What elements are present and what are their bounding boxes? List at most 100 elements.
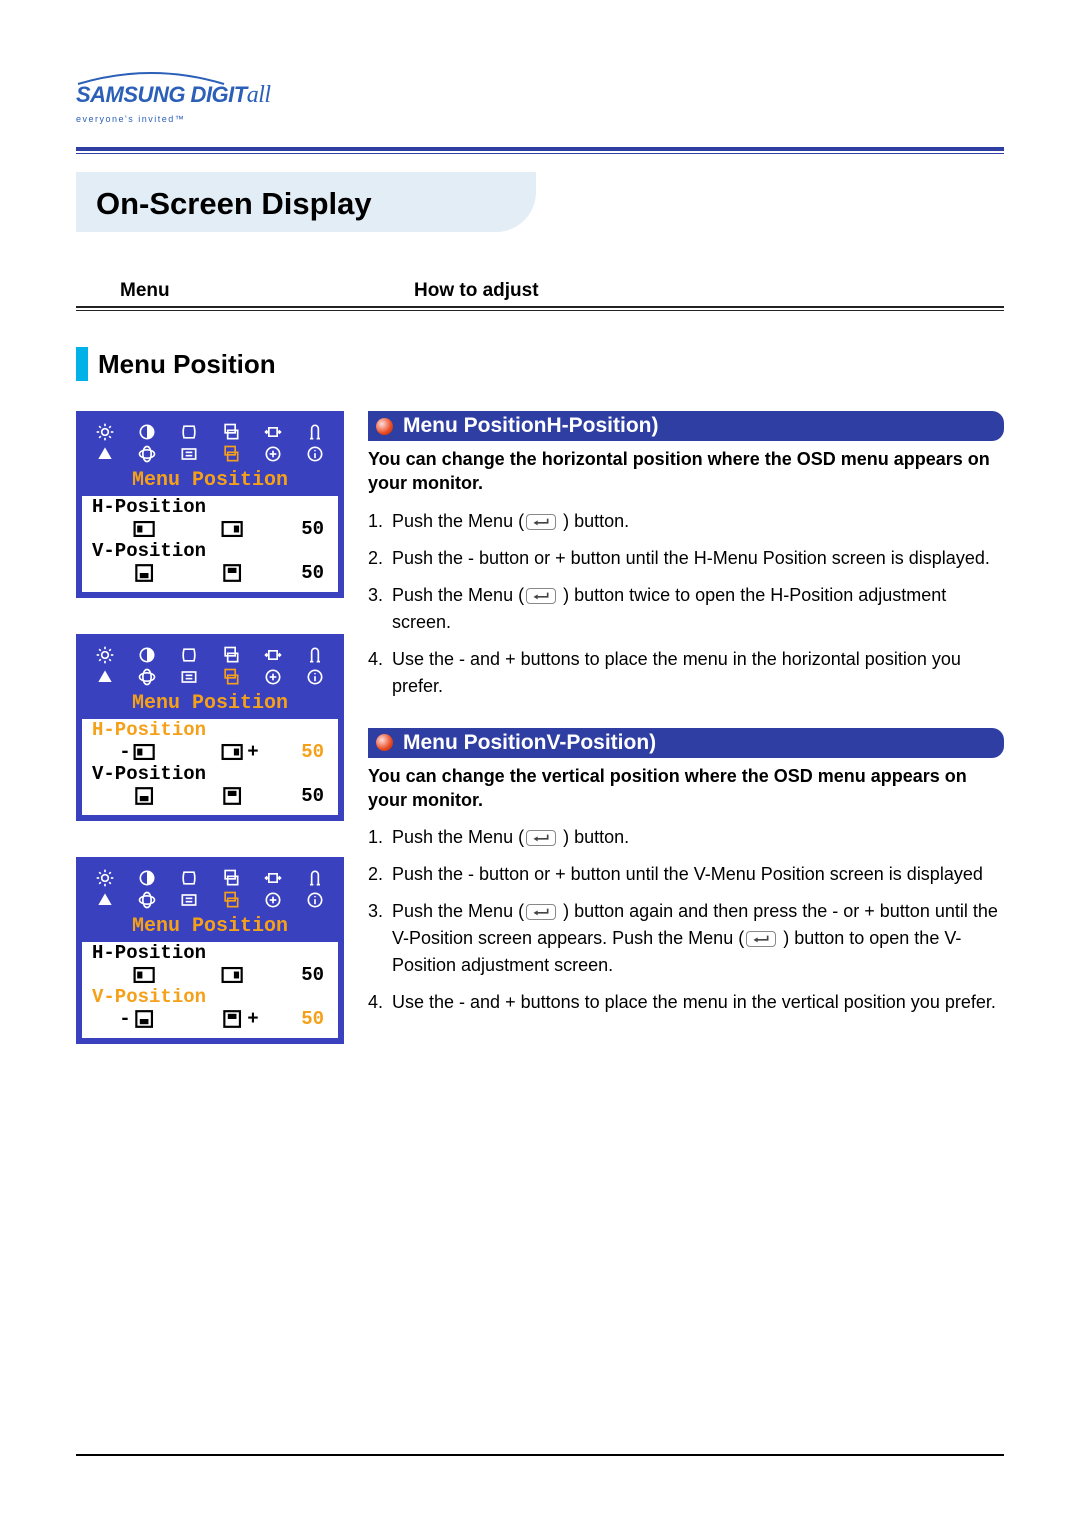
color-icon [90,889,120,911]
plus-sign: + [246,1008,260,1030]
osd-h-label: H-Position [92,942,328,964]
enter-button-icon [526,830,556,846]
enter-button-icon [526,588,556,604]
osd-v-value: 50 [301,785,328,807]
brand-tagline: everyone's invited™ [76,114,185,124]
h-position-heading-text: Menu PositionH-Position) [403,414,658,438]
enter-button-icon [526,904,556,920]
osd-panel-h-active: Menu Position H-Position - + 50 V-Positi… [76,634,344,821]
col-header-adjust: How to adjust [384,280,539,302]
degauss-icon [300,644,330,666]
h-left-glyph-icon [132,518,158,540]
osd-h-label: H-Position [92,496,328,518]
v-up-glyph-icon [220,562,246,584]
size-icon [258,867,288,889]
info-icon [300,666,330,688]
section-title-bar-icon [76,347,88,381]
h-position-lead: You can change the horizontal position w… [368,447,1004,496]
osd-title: Menu Position [90,465,330,496]
v-up-glyph-icon [220,785,246,807]
cols-rule [76,306,1004,308]
bullet-icon [376,734,393,751]
osd-h-value-active: 50 [301,741,328,763]
osd-v-label: V-Position [92,763,328,785]
v-down-glyph-icon [132,1008,158,1030]
osd-v-value: 50 [301,562,328,584]
v-position-heading-text: Menu PositionV-Position) [403,731,656,755]
brightness-icon [90,421,120,443]
step-text: Use the - and + buttons to place the men… [392,646,1004,700]
header-rule-thin [76,153,1004,154]
degauss-icon [300,867,330,889]
color-icon [90,666,120,688]
brand-logo: SAMSUNG DIGITall everyone's invited™ [76,68,1004,127]
v-down-glyph-icon [132,562,158,584]
menu-position-icon [216,889,246,911]
column-headers: Menu How to adjust [76,280,1004,302]
section-title: Menu Position [76,347,1004,381]
page-title-bar: On-Screen Display [76,172,1004,236]
h-right-glyph-icon [220,518,246,540]
osd-title: Menu Position [90,911,330,942]
brightness-icon [90,644,120,666]
h-position-heading: Menu PositionH-Position) [368,411,1004,441]
recall-icon [174,666,204,688]
osd-h-label-active: H-Position [92,719,328,741]
color-icon [90,443,120,465]
brightness-icon [90,867,120,889]
h-right-glyph-icon [220,964,246,986]
cols-rule-thin [76,310,1004,311]
step-text: Use the - and + buttons to place the men… [392,989,1004,1016]
position-icon [216,421,246,443]
position-icon [216,867,246,889]
osd-panel-v-active: Menu Position H-Position 50 V-Position - [76,857,344,1044]
zoom-icon [258,889,288,911]
geometry-icon [174,421,204,443]
step-text: Push the Menu ( [392,511,524,531]
recall-icon [174,443,204,465]
step-text: Push the - button or + button until the … [392,861,1004,888]
osd-title: Menu Position [90,688,330,719]
h-position-steps: 1.Push the Menu ( ) button. 2.Push the -… [368,508,1004,700]
enter-button-icon [746,931,776,947]
osd-v-label: V-Position [92,540,328,562]
step-text: ) button. [558,511,629,531]
bullet-icon [376,418,393,435]
step-text: ) button. [558,827,629,847]
degauss-icon [300,421,330,443]
zoom-icon [258,666,288,688]
osd-v-value-active: 50 [301,1008,328,1030]
menu-position-icon [216,666,246,688]
brand-name: SAMSUNG DIGITall [76,82,271,107]
info-icon [300,443,330,465]
header-rule [76,147,1004,151]
h-left-glyph-icon [132,964,158,986]
size-icon [258,421,288,443]
menu-position-icon [216,443,246,465]
size-icon [258,644,288,666]
h-right-glyph-icon [220,741,246,763]
step-text: Push the Menu ( [392,901,524,921]
contrast-icon [132,644,162,666]
contrast-icon [132,421,162,443]
zoom-icon [258,443,288,465]
osd-h-value: 50 [301,518,328,540]
info-icon [300,889,330,911]
v-position-lead: You can change the vertical position whe… [368,764,1004,813]
osd-h-value: 50 [301,964,328,986]
contrast-icon [132,867,162,889]
step-text: Push the Menu ( [392,585,524,605]
plus-sign: + [246,741,260,763]
h-left-glyph-icon [132,741,158,763]
footer-rule [76,1454,1004,1456]
position-icon [216,644,246,666]
osd-examples-column: Menu Position H-Position 50 V-Position [76,411,344,1080]
section-title-text: Menu Position [98,349,276,380]
step-text: Push the Menu ( [392,827,524,847]
v-up-glyph-icon [220,1008,246,1030]
page-title: On-Screen Display [76,172,1004,236]
step-text: Push the - button or + button until the … [392,545,1004,572]
geometry-icon [174,867,204,889]
minus-sign: - [118,741,132,763]
minus-sign: - [118,1008,132,1030]
